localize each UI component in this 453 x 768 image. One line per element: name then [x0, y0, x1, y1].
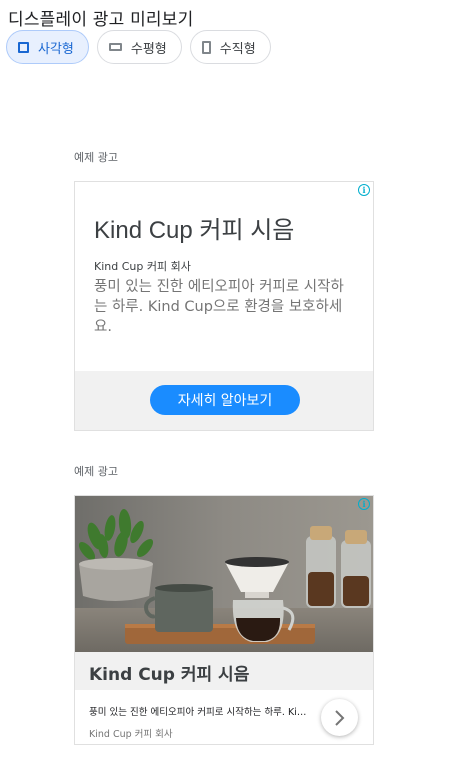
tab-horizontal[interactable]: 수평형 — [96, 30, 182, 64]
coffee-product-image[interactable] — [75, 496, 374, 652]
ad-description: 풍미 있는 진한 에티오피아 커피로 시작하는 하루. Kind Cup으로 환… — [89, 707, 307, 718]
ad-cta-area: 자세히 알아보기 — [75, 371, 373, 430]
format-tabs: 사각형 수평형 수직형 — [6, 30, 271, 64]
ad-headline-band: Kind Cup 커피 시음 — [75, 652, 373, 690]
next-button[interactable] — [321, 699, 358, 736]
text-ad-preview: i Kind Cup 커피 시음 Kind Cup 커피 회사 풍미 있는 진한… — [74, 181, 374, 431]
tab-vertical[interactable]: 수직형 — [189, 30, 271, 64]
tab-horizontal-label: 수평형 — [130, 41, 167, 57]
tab-vertical-label: 수직형 — [219, 41, 256, 57]
info-icon[interactable]: i — [358, 184, 370, 196]
ad-headline[interactable]: Kind Cup 커피 시음 — [94, 210, 294, 245]
ad-business-name: Kind Cup 커피 회사 — [94, 260, 191, 273]
tab-square[interactable]: 사각형 — [6, 30, 89, 64]
ad-label: 예제 광고 — [74, 465, 118, 478]
page-title: 디스플레이 광고 미리보기 — [8, 10, 194, 30]
ad-headline[interactable]: Kind Cup 커피 시음 — [89, 660, 249, 685]
tab-square-label: 사각형 — [38, 41, 74, 57]
square-icon — [18, 41, 29, 53]
ad-label: 예제 광고 — [74, 151, 118, 164]
info-icon[interactable]: i — [358, 498, 370, 510]
horizontal-rectangle-icon — [108, 43, 122, 51]
ad-description: 풍미 있는 진한 에티오피아 커피로 시작하는 하루. Kind Cup으로 환… — [94, 279, 344, 335]
image-ad-preview: i Kind Cup 커피 시음 풍미 있는 진한 에티오피아 커피로 시작하는… — [74, 495, 374, 745]
ad-business-name: Kind Cup 커피 회사 — [89, 729, 173, 740]
learn-more-button[interactable]: 자세히 알아보기 — [150, 385, 300, 415]
chevron-right-icon — [334, 709, 344, 726]
vertical-rectangle-icon — [201, 40, 211, 54]
